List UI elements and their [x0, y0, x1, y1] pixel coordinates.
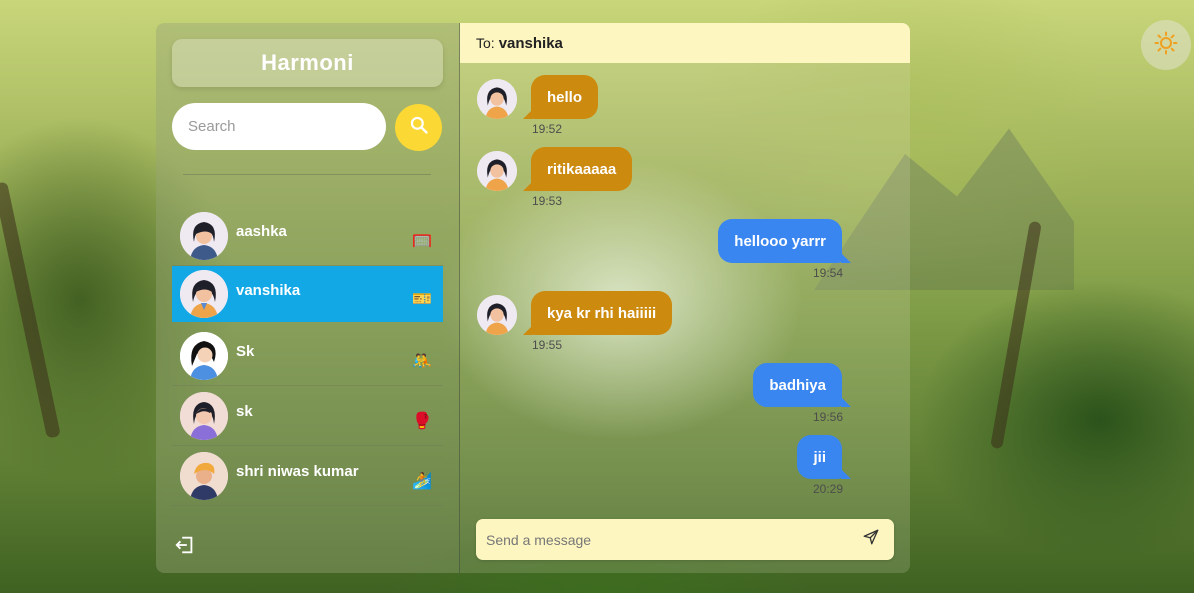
contact-item[interactable]: aashka 🥅: [172, 206, 443, 266]
message-time: 19:52: [532, 122, 563, 136]
contact-name: Sk: [236, 343, 255, 360]
logout-button[interactable]: [174, 534, 196, 556]
ticket-icon: 🎫: [412, 291, 432, 308]
contact-list: aashka 🥅 vanshika 🎫 Sk 🤼 sk 🥊 shri niwas…: [172, 206, 443, 506]
boxing-glove-icon: 🥊: [412, 412, 432, 430]
sender-avatar: [477, 295, 517, 335]
contact-name: vanshika: [236, 281, 301, 299]
message-bubble: hellooo yarrr: [718, 219, 851, 263]
message-composer: [476, 519, 894, 560]
goal-net-icon: 🥅: [412, 232, 432, 250]
chat-header: To: vanshika: [460, 23, 910, 63]
sender-avatar: [477, 79, 517, 119]
chat-app-window: Harmoni Search aashka 🥅 vanshika 🎫 Sk 🤼 …: [156, 23, 910, 573]
search-icon: [409, 115, 429, 140]
sidebar: Harmoni Search aashka 🥅 vanshika 🎫 Sk 🤼 …: [156, 23, 459, 573]
avatar: [180, 270, 228, 318]
search-input[interactable]: [172, 103, 386, 150]
contact-name: shri niwas kumar: [236, 463, 359, 480]
chat-panel: To: vanshika hello 19:52 ritikaaaaa 19:5…: [459, 23, 910, 573]
contact-name: aashka: [236, 223, 287, 240]
message-bubble: hello: [522, 75, 599, 119]
contact-item-active[interactable]: vanshika 🎫: [172, 266, 443, 322]
app-title: Harmoni: [172, 39, 443, 87]
contact-item[interactable]: shri niwas kumar 🏄: [172, 446, 443, 506]
sun-icon: [1154, 31, 1178, 60]
to-label: To:: [476, 35, 495, 51]
message-bubble: ritikaaaaa: [522, 147, 633, 191]
avatar: [180, 211, 228, 260]
send-button[interactable]: [856, 525, 886, 555]
wrestling-icon: 🤼: [412, 352, 432, 370]
contact-item[interactable]: Sk 🤼: [172, 326, 443, 386]
background-tree-trunk: [0, 181, 61, 439]
avatar: [180, 391, 228, 440]
recipient-name: vanshika: [498, 34, 563, 52]
avatar: [180, 451, 228, 500]
message-time: 19:55: [532, 338, 563, 352]
message-bubble: kya kr rhi haiiiii: [522, 291, 673, 335]
surfer-icon: 🏄: [412, 472, 432, 490]
message-time: 20:29: [812, 482, 843, 496]
logout-icon: [174, 536, 196, 560]
message-bubble: badhiya: [753, 363, 851, 407]
sidebar-divider: [183, 174, 431, 175]
send-icon: [862, 528, 880, 551]
sender-avatar: [477, 151, 517, 191]
message-time: 19:56: [812, 410, 843, 424]
contact-item[interactable]: sk 🥊: [172, 386, 443, 446]
avatar: [180, 331, 228, 380]
theme-toggle-button[interactable]: [1141, 20, 1191, 70]
message-time: 19:53: [532, 194, 563, 208]
message-time: 19:54: [812, 266, 843, 280]
contact-name: sk: [236, 403, 253, 420]
message-input[interactable]: [476, 531, 856, 548]
search-button[interactable]: [395, 104, 442, 151]
message-bubble: jii: [797, 435, 851, 479]
